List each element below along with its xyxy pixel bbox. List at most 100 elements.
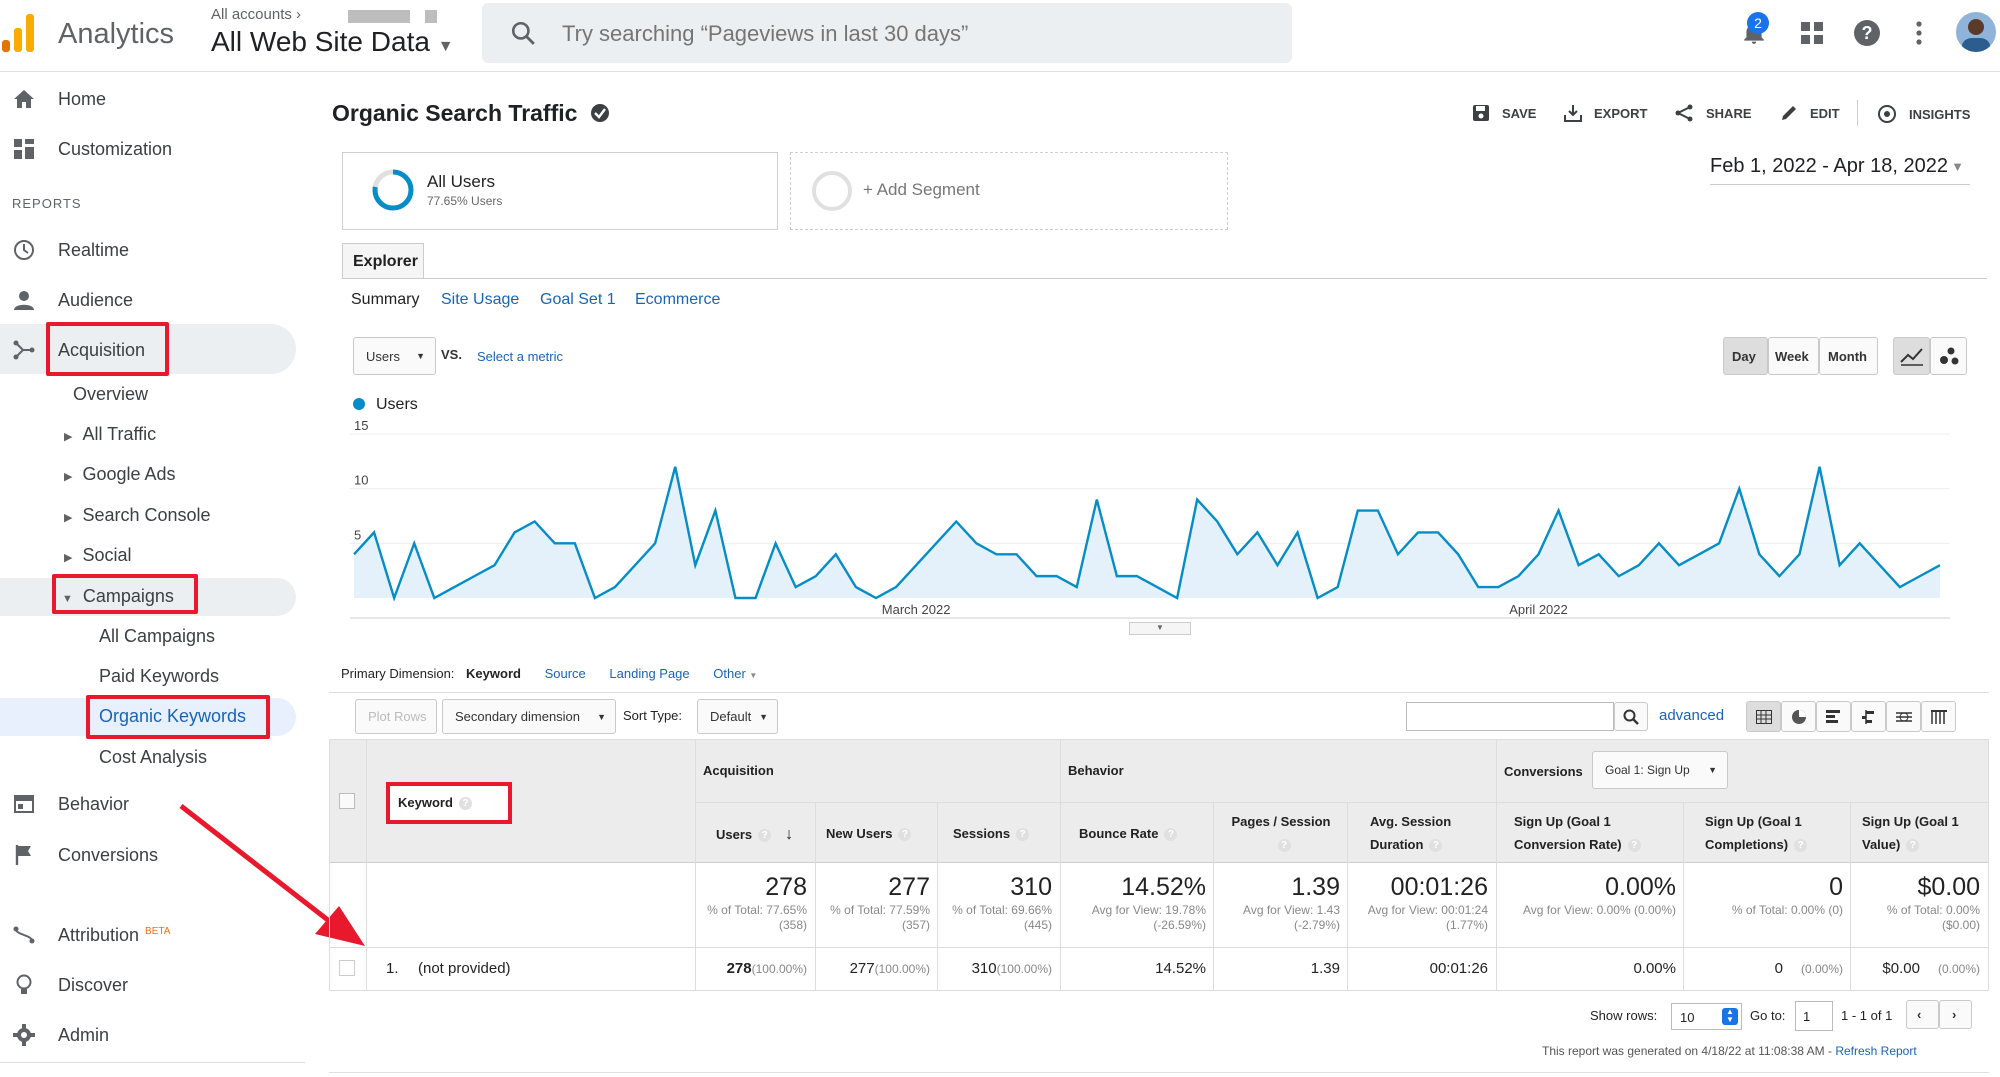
insights-button[interactable]: INSIGHTS — [1877, 104, 1970, 124]
subtab-goal-set-1[interactable]: Goal Set 1 — [540, 291, 616, 309]
home-icon — [12, 87, 36, 111]
help-icon[interactable]: ? — [1850, 16, 1884, 50]
legend-label: Users — [376, 396, 418, 413]
column-header-goal-conversion-rate[interactable]: Sign Up (Goal 1 Conversion Rate)? — [1514, 810, 1664, 856]
expand-icon: ▶ — [64, 552, 73, 564]
next-page-button[interactable]: › — [1939, 1000, 1972, 1029]
column-header-avg-session-duration[interactable]: Avg. Session Duration? — [1370, 810, 1480, 856]
row-checkbox[interactable] — [339, 960, 355, 976]
cell-pct: (0.00%) — [1937, 962, 1980, 976]
table-view-term-cloud[interactable] — [1886, 701, 1921, 732]
advanced-filter-link[interactable]: advanced — [1659, 707, 1724, 724]
legend-dot — [353, 398, 365, 410]
column-header-goal-completions[interactable]: Sign Up (Goal 1 Completions)? — [1705, 810, 1833, 856]
sidebar-item-search-console[interactable]: ▶ Search Console — [64, 505, 211, 526]
users-line-chart[interactable]: 15 10 5 March 2022 April 2022 — [350, 420, 1950, 630]
add-segment-button[interactable]: + Add Segment — [790, 152, 1228, 230]
edit-button[interactable]: EDIT — [1780, 104, 1840, 122]
grid-view-icon — [1756, 709, 1772, 724]
dimension-source[interactable]: Source — [545, 666, 586, 681]
keyword-column-header[interactable]: Keyword? — [398, 795, 472, 811]
column-header-pages-session[interactable]: Pages / Session? — [1216, 810, 1346, 856]
dimension-other[interactable]: Other ▼ — [713, 666, 757, 681]
sidebar-item-all-traffic[interactable]: ▶ All Traffic — [64, 424, 156, 445]
property-selector[interactable]: All Web Site Data ▼ — [211, 26, 454, 58]
cell-value: 310 — [971, 960, 997, 977]
search-bar[interactable]: Try searching “Pageviews in last 30 days… — [482, 3, 1292, 63]
show-rows-select[interactable]: 10 ▲ ▼ — [1671, 1003, 1742, 1030]
sidebar-item-home[interactable]: Home — [0, 77, 300, 121]
granularity-month[interactable]: Month — [1819, 337, 1878, 375]
column-header-new-users[interactable]: New Users? — [826, 826, 912, 842]
secondary-dimension-select[interactable]: Secondary dimension ▼ — [442, 699, 616, 734]
tab-explorer[interactable]: Explorer — [342, 243, 424, 279]
table-view-pie[interactable] — [1781, 701, 1816, 732]
sidebar-item-customization[interactable]: Customization — [0, 127, 300, 171]
column-header-goal-value[interactable]: Sign Up (Goal 1 Value)? — [1862, 810, 1982, 856]
granularity-week[interactable]: Week — [1768, 337, 1819, 375]
segment-all-users[interactable]: All Users 77.65% Users — [342, 152, 778, 230]
avatar[interactable] — [1956, 12, 1996, 52]
line-chart-view-button[interactable] — [1893, 337, 1930, 375]
analytics-logo[interactable] — [2, 14, 36, 52]
date-range-picker[interactable]: Feb 1, 2022 - Apr 18, 2022 ▼ — [1710, 155, 1970, 185]
dropdown-arrow-icon: ▼ — [597, 711, 606, 722]
column-header-sessions[interactable]: Sessions? — [953, 826, 1030, 842]
refresh-report-link[interactable]: Refresh Report — [1835, 1044, 1916, 1058]
prev-page-button[interactable]: ‹ — [1906, 1000, 1939, 1029]
sidebar-item-google-ads[interactable]: ▶ Google Ads — [64, 464, 176, 485]
dimension-landing-page[interactable]: Landing Page — [609, 666, 689, 681]
apps-grid-icon[interactable] — [1795, 16, 1829, 50]
save-button[interactable]: SAVE — [1472, 104, 1536, 122]
goal-select[interactable]: Goal 1: Sign Up ▼ — [1592, 751, 1728, 789]
table-view-performance[interactable] — [1816, 701, 1851, 732]
column-header-users[interactable]: Users? ↓ — [716, 826, 793, 844]
subtab-ecommerce[interactable]: Ecommerce — [635, 291, 720, 309]
granularity-day[interactable]: Day — [1723, 337, 1768, 375]
sidebar-item-label: All Traffic — [82, 424, 157, 444]
table-filter-input[interactable] — [1406, 702, 1614, 731]
column-header-bounce-rate[interactable]: Bounce Rate? — [1079, 826, 1178, 842]
total-avg-session-duration: 00:01:26 — [1390, 873, 1488, 901]
select-all-checkbox[interactable] — [339, 793, 355, 809]
empty-segment-icon — [812, 171, 852, 211]
table-view-pivot[interactable] — [1921, 701, 1956, 732]
table-view-comparison[interactable] — [1851, 701, 1886, 732]
export-button[interactable]: EXPORT — [1564, 104, 1647, 122]
sidebar-item-all-campaigns[interactable]: All Campaigns — [99, 626, 215, 647]
verified-icon — [590, 104, 609, 122]
share-button[interactable]: SHARE — [1674, 104, 1752, 122]
sidebar-item-admin[interactable]: Admin — [0, 1013, 300, 1057]
dimension-keyword[interactable]: Keyword — [466, 666, 521, 681]
sidebar-item-label: Search Console — [82, 505, 211, 525]
select-metric-link[interactable]: Select a metric — [477, 349, 563, 364]
dropdown-arrow-icon: ▼ — [749, 671, 758, 680]
sidebar-item-overview[interactable]: Overview — [73, 384, 148, 405]
sidebar-item-discover[interactable]: Discover — [0, 963, 300, 1007]
subtab-site-usage[interactable]: Site Usage — [441, 291, 519, 309]
more-vert-icon[interactable] — [1902, 16, 1936, 50]
sidebar-item-paid-keywords[interactable]: Paid Keywords — [99, 666, 219, 687]
table-search-button[interactable] — [1614, 702, 1648, 731]
row-keyword-link[interactable]: (not provided) — [418, 960, 511, 977]
divider — [1857, 100, 1858, 126]
sidebar-item-realtime[interactable]: Realtime — [0, 228, 300, 272]
total-goal-completions: 0 — [1829, 873, 1843, 901]
total-bounce-rate-sub: Avg for View: 19.78% (-26.59%) — [1091, 903, 1206, 932]
subtab-summary[interactable]: Summary — [351, 291, 419, 309]
account-breadcrumb[interactable]: All accounts › — [211, 6, 301, 23]
total-goal-value: $0.00 — [1917, 873, 1980, 901]
plot-rows-button[interactable]: Plot Rows — [355, 699, 437, 734]
row-bounce-rate: 14.52% — [1155, 960, 1206, 977]
sidebar-item-social[interactable]: ▶ Social — [64, 545, 132, 566]
svg-text:?: ? — [1862, 23, 1873, 43]
metric-select[interactable]: Users ▼ — [353, 337, 436, 375]
motion-chart-view-button[interactable] — [1930, 337, 1967, 375]
chart-collapse-handle[interactable]: ▼ — [1129, 622, 1191, 635]
sidebar-item-cost-analysis[interactable]: Cost Analysis — [99, 747, 207, 768]
goto-page-input[interactable]: 1 — [1795, 1001, 1833, 1031]
sort-type-select[interactable]: Default ▼ — [697, 699, 778, 734]
acquisition-group-header: Acquisition — [703, 763, 774, 778]
sidebar-item-audience[interactable]: Audience — [0, 278, 300, 322]
table-view-data[interactable] — [1746, 701, 1781, 732]
